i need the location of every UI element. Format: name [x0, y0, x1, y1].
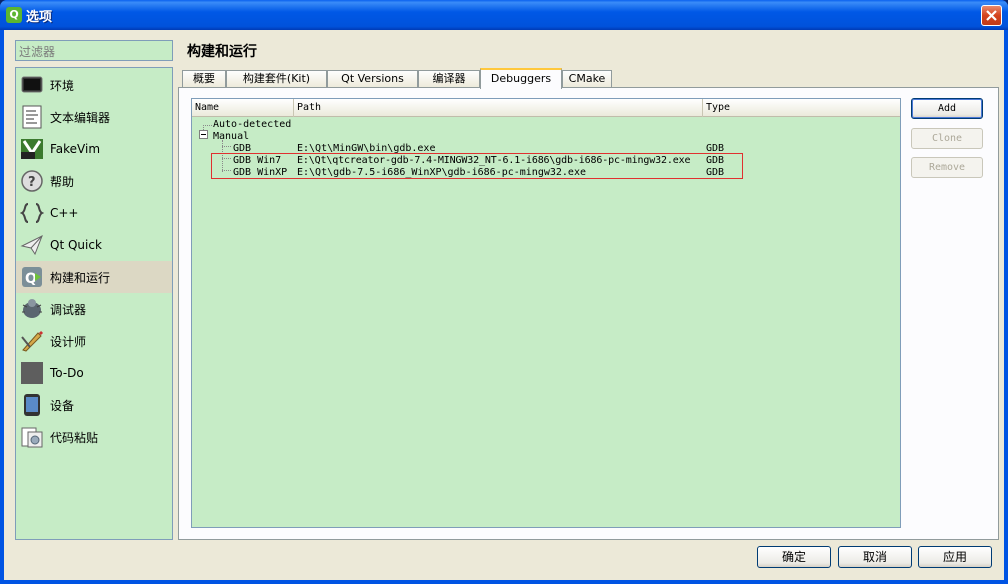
options-window: Q 选项 过滤器 环境 文本编辑器 FakeVim ? 帮助 C++ Qt Qu… — [0, 0, 1008, 584]
tree-line — [203, 125, 212, 126]
debuggers-tree[interactable]: Name Path Type Auto-detected Manual GDB … — [191, 98, 901, 528]
text-editor-icon — [20, 105, 44, 129]
sidebar-item-label: C++ — [50, 206, 79, 220]
category-list: 环境 文本编辑器 FakeVim ? 帮助 C++ Qt Quick Q 构建和… — [15, 67, 173, 540]
close-button[interactable] — [981, 5, 1002, 26]
qt-icon: Q — [6, 7, 22, 23]
column-header-name[interactable]: Name — [192, 99, 294, 117]
sidebar-item-label: 设备 — [50, 398, 75, 413]
add-button[interactable]: Add — [911, 98, 983, 119]
sidebar-item-environment[interactable]: 环境 — [16, 69, 172, 101]
remove-button[interactable]: Remove — [911, 157, 983, 178]
svg-text:?: ? — [28, 175, 36, 190]
qt-build-icon: Q — [20, 265, 44, 289]
dialog-body: 过滤器 环境 文本编辑器 FakeVim ? 帮助 C++ Qt Quick Q… — [4, 30, 1004, 580]
sidebar-item-label: 调试器 — [50, 302, 87, 317]
sidebar-item-label: 环境 — [50, 78, 75, 93]
debugger-icon — [20, 297, 44, 321]
sidebar-item-fakevim[interactable]: FakeVim — [16, 133, 172, 165]
tab-qt-versions[interactable]: Qt Versions — [327, 70, 418, 88]
debuggers-panel: Name Path Type Auto-detected Manual GDB … — [178, 87, 999, 540]
cancel-button[interactable]: 取消 — [838, 546, 912, 568]
filter-input[interactable]: 过滤器 — [15, 40, 173, 61]
tree-header: Name Path Type — [192, 99, 900, 117]
collapse-toggle[interactable] — [199, 130, 208, 139]
sidebar-item-label: To-Do — [50, 366, 84, 380]
apply-button[interactable]: 应用 — [918, 546, 992, 568]
sidebar-item-debugger[interactable]: 调试器 — [16, 293, 172, 325]
tab-cmake[interactable]: CMake — [562, 70, 612, 88]
tab-debuggers[interactable]: Debuggers — [480, 68, 562, 89]
designer-icon — [20, 329, 44, 353]
tab-kits[interactable]: 构建套件(Kit) — [226, 70, 327, 88]
sidebar-item-designer[interactable]: 设计师 — [16, 325, 172, 357]
window-title: 选项 — [26, 10, 53, 25]
sidebar-item-text-editor[interactable]: 文本编辑器 — [16, 101, 172, 133]
help-icon: ? — [20, 169, 44, 193]
tab-overview[interactable]: 概要 — [182, 70, 226, 88]
sidebar-item-label: 文本编辑器 — [50, 110, 111, 125]
tab-compilers[interactable]: 编译器 — [418, 70, 480, 88]
sidebar-item-label: Qt Quick — [50, 238, 102, 252]
sidebar-item-label: 帮助 — [50, 174, 75, 189]
braces-icon — [19, 201, 45, 225]
sidebar-item-qt-quick[interactable]: Qt Quick — [16, 229, 172, 261]
clone-button[interactable]: Clone — [911, 128, 983, 149]
sidebar-item-label: 设计师 — [50, 334, 87, 349]
sidebar-item-label: 代码粘贴 — [50, 430, 99, 445]
code-paste-icon — [20, 425, 44, 449]
group-manual[interactable]: Manual — [213, 131, 249, 143]
group-auto-detected[interactable]: Auto-detected — [213, 119, 291, 131]
sidebar-item-code-paste[interactable]: 代码粘贴 — [16, 421, 172, 453]
column-header-path[interactable]: Path — [294, 99, 703, 117]
sidebar-item-devices[interactable]: 设备 — [16, 389, 172, 421]
monitor-icon — [20, 73, 44, 97]
device-icon — [20, 393, 44, 417]
sidebar-item-label: 构建和运行 — [50, 270, 111, 285]
sidebar-item-todo[interactable]: To-Do — [16, 357, 172, 389]
page-title: 构建和运行 — [187, 44, 257, 60]
sidebar-item-cpp[interactable]: C++ — [16, 197, 172, 229]
paper-plane-icon — [20, 233, 44, 257]
fakevim-icon — [20, 137, 44, 161]
title-bar[interactable]: Q 选项 — [0, 0, 1008, 30]
ok-button[interactable]: 确定 — [757, 546, 831, 568]
sidebar-item-build-run[interactable]: Q 构建和运行 — [16, 261, 172, 293]
sidebar-item-label: FakeVim — [50, 142, 101, 156]
todo-icon — [20, 361, 44, 385]
sidebar-item-help[interactable]: ? 帮助 — [16, 165, 172, 197]
column-header-type[interactable]: Type — [703, 99, 900, 117]
annotation-highlight-box — [211, 153, 743, 179]
close-icon — [986, 10, 997, 21]
